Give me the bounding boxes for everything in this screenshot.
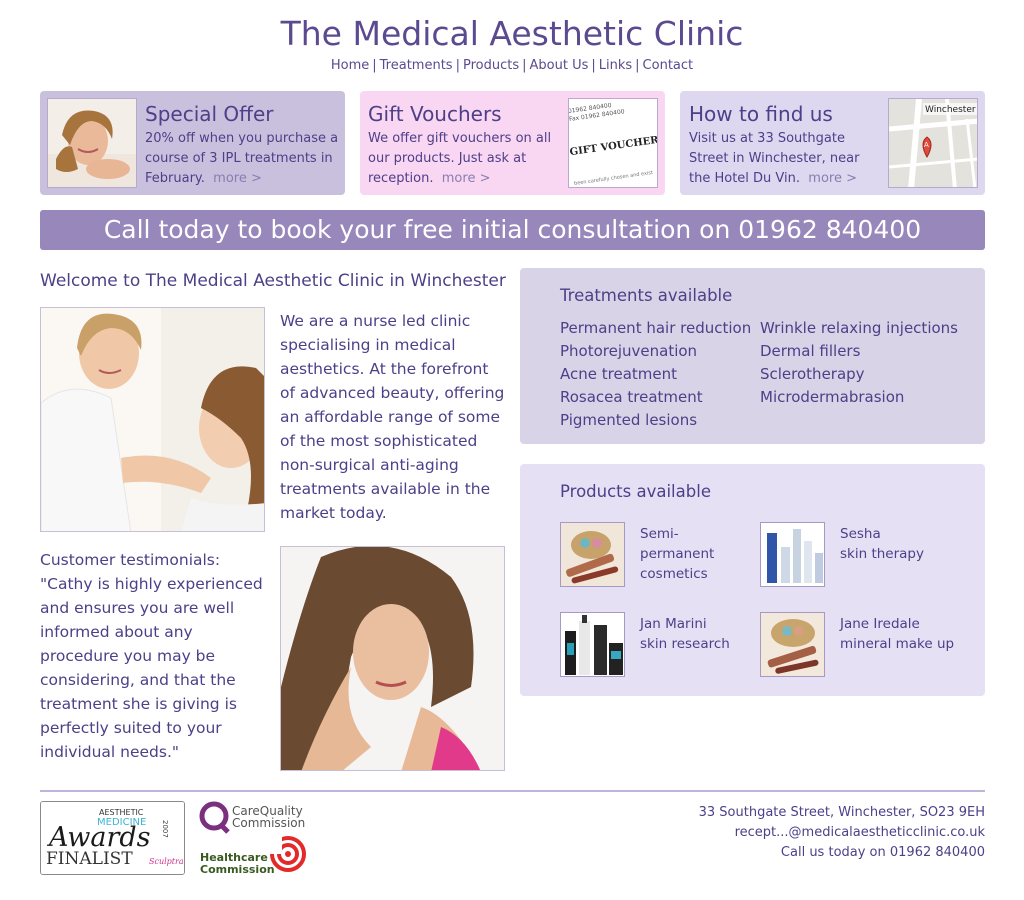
hc-line2: Commission xyxy=(200,863,275,876)
product-label: Jane Iredale mineral make up xyxy=(840,614,960,654)
product-label-line: Jan Marini xyxy=(640,616,707,632)
product-label: Jan Marini skin research xyxy=(640,614,760,654)
nurse-treatment-photo xyxy=(40,307,265,532)
treatments-list-left: Permanent hair reduction Photorejuvenati… xyxy=(560,317,751,432)
special-offer-image[interactable] xyxy=(47,98,137,188)
product-label-line: Sesha xyxy=(840,526,881,542)
treatment-item[interactable]: Dermal fillers xyxy=(760,340,958,363)
nav-separator: | xyxy=(455,58,460,73)
nav-separator: | xyxy=(522,58,527,73)
footer-contact: 33 Southgate Street, Winchester, SO23 9E… xyxy=(699,803,985,863)
product-label-line: permanent xyxy=(640,546,715,562)
treatment-item[interactable]: Photorejuvenation xyxy=(560,340,751,363)
footer-phone: Call us today on 01962 840400 xyxy=(780,845,985,860)
nav-home[interactable]: Home xyxy=(331,58,369,73)
special-offer-title: Special Offer xyxy=(145,102,274,126)
gift-vouchers-box[interactable]: Gift Vouchers We offer gift vouchers on … xyxy=(360,91,665,195)
gift-vouchers-title: Gift Vouchers xyxy=(368,102,502,126)
care-quality-commission-logo[interactable]: CareQuality Commission xyxy=(198,800,308,834)
product-label-line: Semi- xyxy=(640,526,679,542)
jan-marini-products-image[interactable] xyxy=(560,612,625,677)
healthcare-commission-logo[interactable]: Healthcare Commission xyxy=(198,836,308,876)
award-finalist: FINALIST xyxy=(46,849,133,869)
nav-links[interactable]: Links xyxy=(599,58,632,73)
nav-contact[interactable]: Contact xyxy=(643,58,694,73)
testimonial-block: Customer testimonials: "Cathy is highly … xyxy=(40,548,270,764)
products-panel: Products available Semi- permanent cosme… xyxy=(520,464,985,696)
map-city-label: Winchester xyxy=(925,105,976,115)
model-portrait-photo xyxy=(280,546,505,771)
treatment-item[interactable]: Permanent hair reduction xyxy=(560,317,751,340)
footer-email[interactable]: recept...@medicalaestheticclinic.co.uk xyxy=(699,823,985,843)
footer-address: 33 Southgate Street, Winchester, SO23 9E… xyxy=(698,805,985,820)
special-offer-text: 20% off when you purchase a course of 3 … xyxy=(145,129,340,189)
treatment-item[interactable]: Pigmented lesions xyxy=(560,409,751,432)
product-label-line: Jane Iredale xyxy=(840,616,920,632)
aesthetic-medicine-awards-logo[interactable]: AESTHETIC MEDICINE Awards 2007 FINALIST … xyxy=(40,801,185,875)
site-title: The Medical Aesthetic Clinic xyxy=(280,14,744,53)
nav-products[interactable]: Products xyxy=(463,58,519,73)
intro-paragraph: We are a nurse led clinic specialising i… xyxy=(280,312,505,522)
cqc-line2: Commission xyxy=(232,816,305,830)
sesha-bottles-image[interactable] xyxy=(760,522,825,587)
nav-about-us[interactable]: About Us xyxy=(530,58,589,73)
nav-separator: | xyxy=(372,58,377,73)
special-offer-more-link[interactable]: more > xyxy=(213,171,262,186)
treatment-item[interactable]: Acne treatment xyxy=(560,363,751,386)
treatments-panel: Treatments available Permanent hair redu… xyxy=(520,268,985,444)
consultation-callbar: Call today to book your free initial con… xyxy=(40,210,985,250)
treatment-item[interactable]: Rosacea treatment xyxy=(560,386,751,409)
treatment-item[interactable]: Microdermabrasion xyxy=(760,386,958,409)
map-marker-label: A xyxy=(924,141,929,149)
location-map[interactable]: Winchester A xyxy=(888,98,978,188)
jane-iredale-makeup-image[interactable] xyxy=(760,612,825,677)
footer-divider xyxy=(40,790,985,792)
testimonial-quote: "Cathy is highly experienced and ensures… xyxy=(40,575,263,761)
welcome-heading: Welcome to The Medical Aesthetic Clinic … xyxy=(40,271,506,291)
product-label-line: mineral make up xyxy=(840,636,955,652)
award-year: 2007 xyxy=(161,820,169,838)
product-label-line: skin therapy xyxy=(840,546,924,562)
find-us-more-link[interactable]: more > xyxy=(808,171,857,186)
nav-separator: | xyxy=(635,58,640,73)
product-label-line: skin research xyxy=(640,636,730,652)
gift-vouchers-more-link[interactable]: more > xyxy=(442,171,491,186)
nav-separator: | xyxy=(591,58,596,73)
award-sponsor: Sculptra xyxy=(149,857,184,866)
treatment-item[interactable]: Wrinkle relaxing injections xyxy=(760,317,958,340)
products-title: Products available xyxy=(560,482,711,501)
award-top: AESTHETIC xyxy=(99,808,144,817)
product-label-line: cosmetics xyxy=(640,566,708,582)
special-offer-box[interactable]: Special Offer 20% off when you purchase … xyxy=(40,91,345,195)
treatments-list-right: Wrinkle relaxing injections Dermal fille… xyxy=(760,317,958,409)
cosmetics-palette-image[interactable] xyxy=(560,522,625,587)
gift-vouchers-text: We offer gift vouchers on all our produc… xyxy=(368,129,558,189)
product-label: Semi- permanent cosmetics xyxy=(640,524,760,584)
product-label: Sesha skin therapy xyxy=(840,524,960,564)
treatments-title: Treatments available xyxy=(560,286,733,305)
nav-treatments[interactable]: Treatments xyxy=(380,58,453,73)
find-us-box[interactable]: How to find us Visit us at 33 Southgate … xyxy=(680,91,985,195)
treatment-item[interactable]: Sclerotherapy xyxy=(760,363,958,386)
main-nav: Home | Treatments | Products | About Us | Links |… xyxy=(0,58,1024,73)
gift-voucher-image[interactable]: 01962 840400 Fax 01962 840400 GIFT VOUCH… xyxy=(568,98,658,188)
find-us-text: Visit us at 33 Southgate Street in Winch… xyxy=(689,129,884,189)
find-us-title: How to find us xyxy=(689,102,833,126)
testimonial-heading: Customer testimonials: xyxy=(40,551,221,569)
